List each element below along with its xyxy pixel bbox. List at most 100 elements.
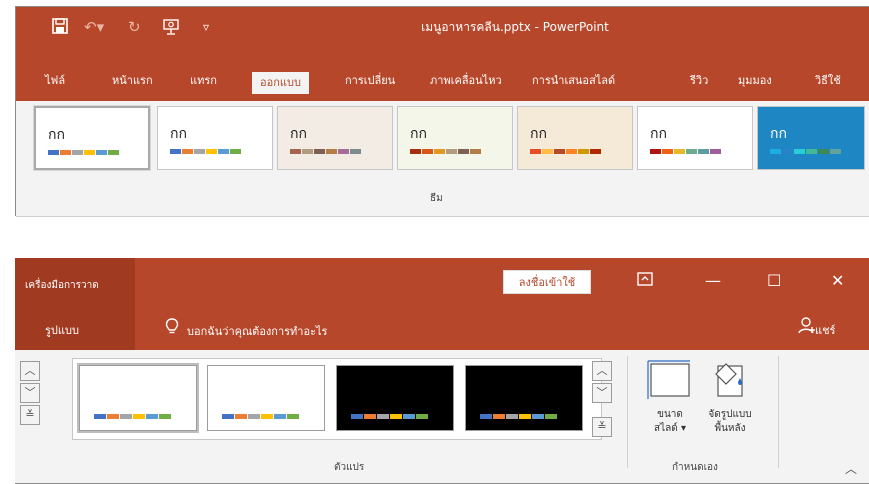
theme-color-swatch <box>206 149 217 154</box>
tab-view[interactable]: มุมมอง <box>738 70 772 92</box>
tab-insert[interactable]: แทรก <box>190 70 217 92</box>
theme-color-bar <box>530 149 601 154</box>
tab-slideshow[interactable]: การนำเสนอสไลด์ <box>532 70 615 92</box>
theme-thumbnail[interactable]: กก <box>157 106 273 170</box>
variants-scroll-up-icon[interactable]: ︿ <box>592 361 612 381</box>
present-icon[interactable] <box>162 18 180 40</box>
variant-thumbnail[interactable] <box>465 365 583 431</box>
theme-color-swatch <box>650 149 661 154</box>
theme-color-swatch <box>470 149 481 154</box>
context-tab-header: เครื่องมือการวาด <box>15 258 135 308</box>
theme-color-swatch <box>458 149 469 154</box>
variant-color-swatch <box>545 414 557 419</box>
theme-sample-text: กก <box>530 126 547 142</box>
variant-thumbnail[interactable] <box>77 363 199 433</box>
share-button[interactable]: แชร์ <box>815 321 835 339</box>
gallery-scroll-down-icon[interactable]: ﹀ <box>20 383 40 403</box>
theme-thumbnail[interactable]: กก <box>277 106 393 170</box>
tab-help[interactable]: วิธีใช้ <box>815 70 841 92</box>
maximize-icon[interactable]: ☐ <box>767 270 781 292</box>
theme-color-swatch <box>194 149 205 154</box>
themes-group-label: ธีม <box>430 193 443 204</box>
theme-color-swatch <box>182 149 193 154</box>
theme-color-swatch <box>290 149 301 154</box>
variant-color-swatch <box>480 414 492 419</box>
theme-sample-text: กก <box>48 127 65 143</box>
gallery-more-icon[interactable]: ≚ <box>20 405 40 425</box>
theme-color-swatch <box>530 149 541 154</box>
context-tab-label: เครื่องมือการวาด <box>25 280 99 291</box>
theme-color-swatch <box>818 149 829 154</box>
minimize-icon[interactable]: — <box>705 270 721 292</box>
redo-icon[interactable]: ↻ <box>128 18 141 36</box>
theme-thumbnail[interactable]: กก <box>33 105 151 171</box>
variants-more-icon[interactable]: ≚ <box>592 417 612 437</box>
tab-animations[interactable]: ภาพเคลื่อนไหว <box>430 70 502 92</box>
theme-sample-text: กก <box>650 126 667 142</box>
tab-review[interactable]: รีวิว <box>690 70 708 92</box>
theme-color-swatch <box>698 149 709 154</box>
theme-color-swatch <box>350 149 361 154</box>
variant-color-swatch <box>390 414 402 419</box>
format-background-icon[interactable] <box>710 360 750 403</box>
variant-color-swatch <box>274 414 286 419</box>
theme-color-swatch <box>314 149 325 154</box>
save-icon[interactable] <box>52 18 68 38</box>
format-background-label[interactable]: จัดรูปแบบ พื้นหลัง <box>698 408 762 436</box>
variant-color-swatch <box>107 414 119 419</box>
theme-color-swatch <box>830 149 841 154</box>
tab-format[interactable]: รูปแบบ <box>45 321 79 339</box>
theme-color-swatch <box>84 150 95 155</box>
customize-qat-icon[interactable]: ▿ <box>203 18 209 36</box>
theme-color-swatch <box>60 150 71 155</box>
signin-button[interactable]: ลงชื่อเข้าใช้ <box>503 270 591 294</box>
theme-color-bar <box>170 149 241 154</box>
variant-color-swatch <box>248 414 260 419</box>
collapse-ribbon-icon[interactable]: ︿ <box>845 460 857 477</box>
undo-icon[interactable]: ↶▾ <box>84 18 104 36</box>
window-title: เมนูอาหารคลีน.pptx - PowerPoint <box>421 20 609 34</box>
group-divider <box>778 356 779 468</box>
variant-color-swatch <box>416 414 428 419</box>
tab-design[interactable]: ออกแบบ <box>252 72 309 94</box>
tell-me-search[interactable]: บอกฉันว่าคุณต้องการทำอะไร <box>187 322 327 340</box>
lightbulb-icon <box>165 318 179 340</box>
tab-home[interactable]: หน้าแรก <box>112 70 153 92</box>
theme-color-swatch <box>662 149 673 154</box>
variant-color-swatch <box>159 414 171 419</box>
theme-color-bar <box>770 149 841 154</box>
variant-thumbnail[interactable] <box>207 365 325 431</box>
theme-color-swatch <box>446 149 457 154</box>
variants-scroll-down-icon[interactable]: ﹀ <box>592 383 612 403</box>
theme-thumbnail[interactable]: กก <box>517 106 633 170</box>
ribbon-display-icon[interactable] <box>637 270 653 292</box>
variant-color-swatch <box>133 414 145 419</box>
theme-thumbnail[interactable]: กก <box>757 106 865 170</box>
slide-size-label[interactable]: ขนาด สไลด์ ▾ <box>645 408 695 436</box>
variant-color-swatch <box>261 414 273 419</box>
theme-color-swatch <box>542 149 553 154</box>
variant-color-swatch <box>146 414 158 419</box>
variant-color-bar <box>94 414 171 419</box>
gallery-scroll-up-icon[interactable]: ︿ <box>20 361 40 381</box>
variant-color-swatch <box>519 414 531 419</box>
theme-color-bar <box>410 149 481 154</box>
theme-color-swatch <box>674 149 685 154</box>
theme-color-bar <box>290 149 361 154</box>
share-person-icon[interactable] <box>798 316 816 338</box>
theme-sample-text: กก <box>410 126 427 142</box>
tab-file[interactable]: ไฟล์ <box>45 70 65 92</box>
theme-color-swatch <box>170 149 181 154</box>
slide-size-icon[interactable] <box>647 360 691 403</box>
theme-color-swatch <box>806 149 817 154</box>
theme-color-swatch <box>96 150 107 155</box>
tab-transitions[interactable]: การเปลี่ยน <box>345 70 395 92</box>
theme-color-swatch <box>108 150 119 155</box>
theme-thumbnail[interactable]: กก <box>397 106 513 170</box>
theme-color-swatch <box>230 149 241 154</box>
variant-thumbnail[interactable] <box>336 365 454 431</box>
close-icon[interactable]: ✕ <box>831 270 844 292</box>
theme-thumbnail[interactable]: กก <box>637 106 753 170</box>
theme-color-swatch <box>794 149 805 154</box>
variant-color-swatch <box>222 414 234 419</box>
